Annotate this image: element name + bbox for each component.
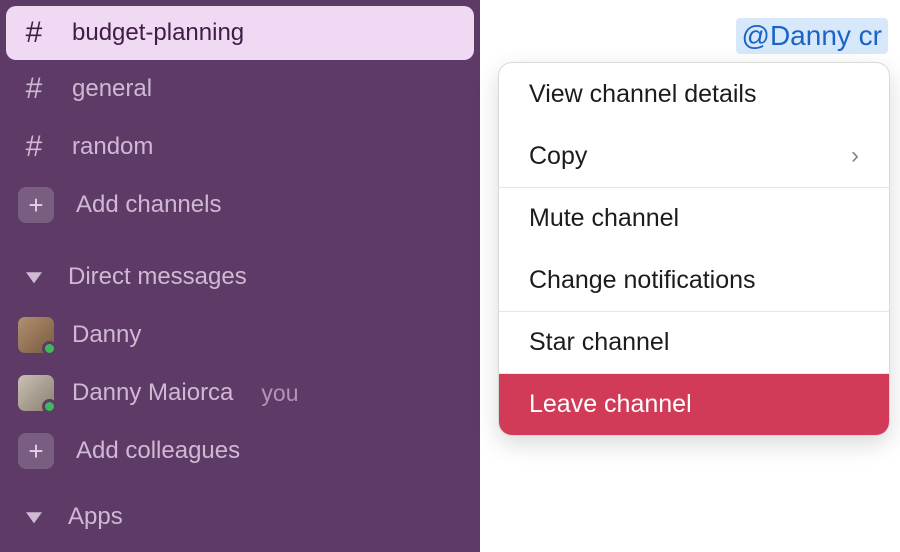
menu-copy[interactable]: Copy › <box>499 125 889 187</box>
dm-header-label: Direct messages <box>68 263 247 291</box>
menu-label: Copy <box>529 142 587 171</box>
menu-label: Leave channel <box>529 390 692 419</box>
dm-item-self[interactable]: Danny Maiorca you <box>0 364 480 422</box>
dm-label: Danny <box>72 321 141 349</box>
menu-label: Star channel <box>529 328 669 357</box>
channel-item-general[interactable]: # general <box>0 60 480 118</box>
apps-section-header[interactable]: Apps <box>0 488 480 546</box>
channel-label: budget-planning <box>72 19 244 47</box>
dm-label: Danny Maiorca <box>72 379 233 407</box>
menu-change-notifications[interactable]: Change notifications <box>499 249 889 311</box>
apps-header-label: Apps <box>68 503 123 531</box>
add-channels-button[interactable]: + Add channels <box>0 176 480 234</box>
menu-label: View channel details <box>529 80 756 109</box>
menu-view-details[interactable]: View channel details <box>499 63 889 125</box>
dm-section-header[interactable]: Direct messages <box>0 248 480 306</box>
menu-mute-channel[interactable]: Mute channel <box>499 187 889 249</box>
plus-icon: + <box>18 433 54 469</box>
caret-down-icon <box>18 261 50 293</box>
plus-icon: + <box>18 187 54 223</box>
add-channels-label: Add channels <box>76 191 221 219</box>
avatar <box>18 375 54 411</box>
menu-leave-channel[interactable]: Leave channel <box>499 373 889 435</box>
hash-icon: # <box>18 17 50 49</box>
dm-item-danny[interactable]: Danny <box>0 306 480 364</box>
presence-online-icon <box>42 341 57 356</box>
hash-icon: # <box>18 131 50 163</box>
channel-context-menu: View channel details Copy › Mute channel… <box>498 62 890 436</box>
avatar <box>18 317 54 353</box>
channel-label: random <box>72 133 153 161</box>
menu-label: Mute channel <box>529 204 679 233</box>
menu-label: Change notifications <box>529 266 756 295</box>
channel-label: general <box>72 75 152 103</box>
add-colleagues-label: Add colleagues <box>76 437 240 465</box>
channel-sidebar: # budget-planning # general # random + A… <box>0 0 480 552</box>
caret-down-icon <box>18 501 50 533</box>
mention-fragment: @Danny cr <box>736 18 888 54</box>
chevron-right-icon: › <box>851 142 859 170</box>
channel-item-budget-planning[interactable]: # budget-planning <box>6 6 474 60</box>
you-badge: you <box>261 380 298 407</box>
add-colleagues-button[interactable]: + Add colleagues <box>0 422 480 480</box>
channel-item-random[interactable]: # random <box>0 118 480 176</box>
hash-icon: # <box>18 73 50 105</box>
menu-star-channel[interactable]: Star channel <box>499 311 889 373</box>
presence-online-icon <box>42 399 57 414</box>
